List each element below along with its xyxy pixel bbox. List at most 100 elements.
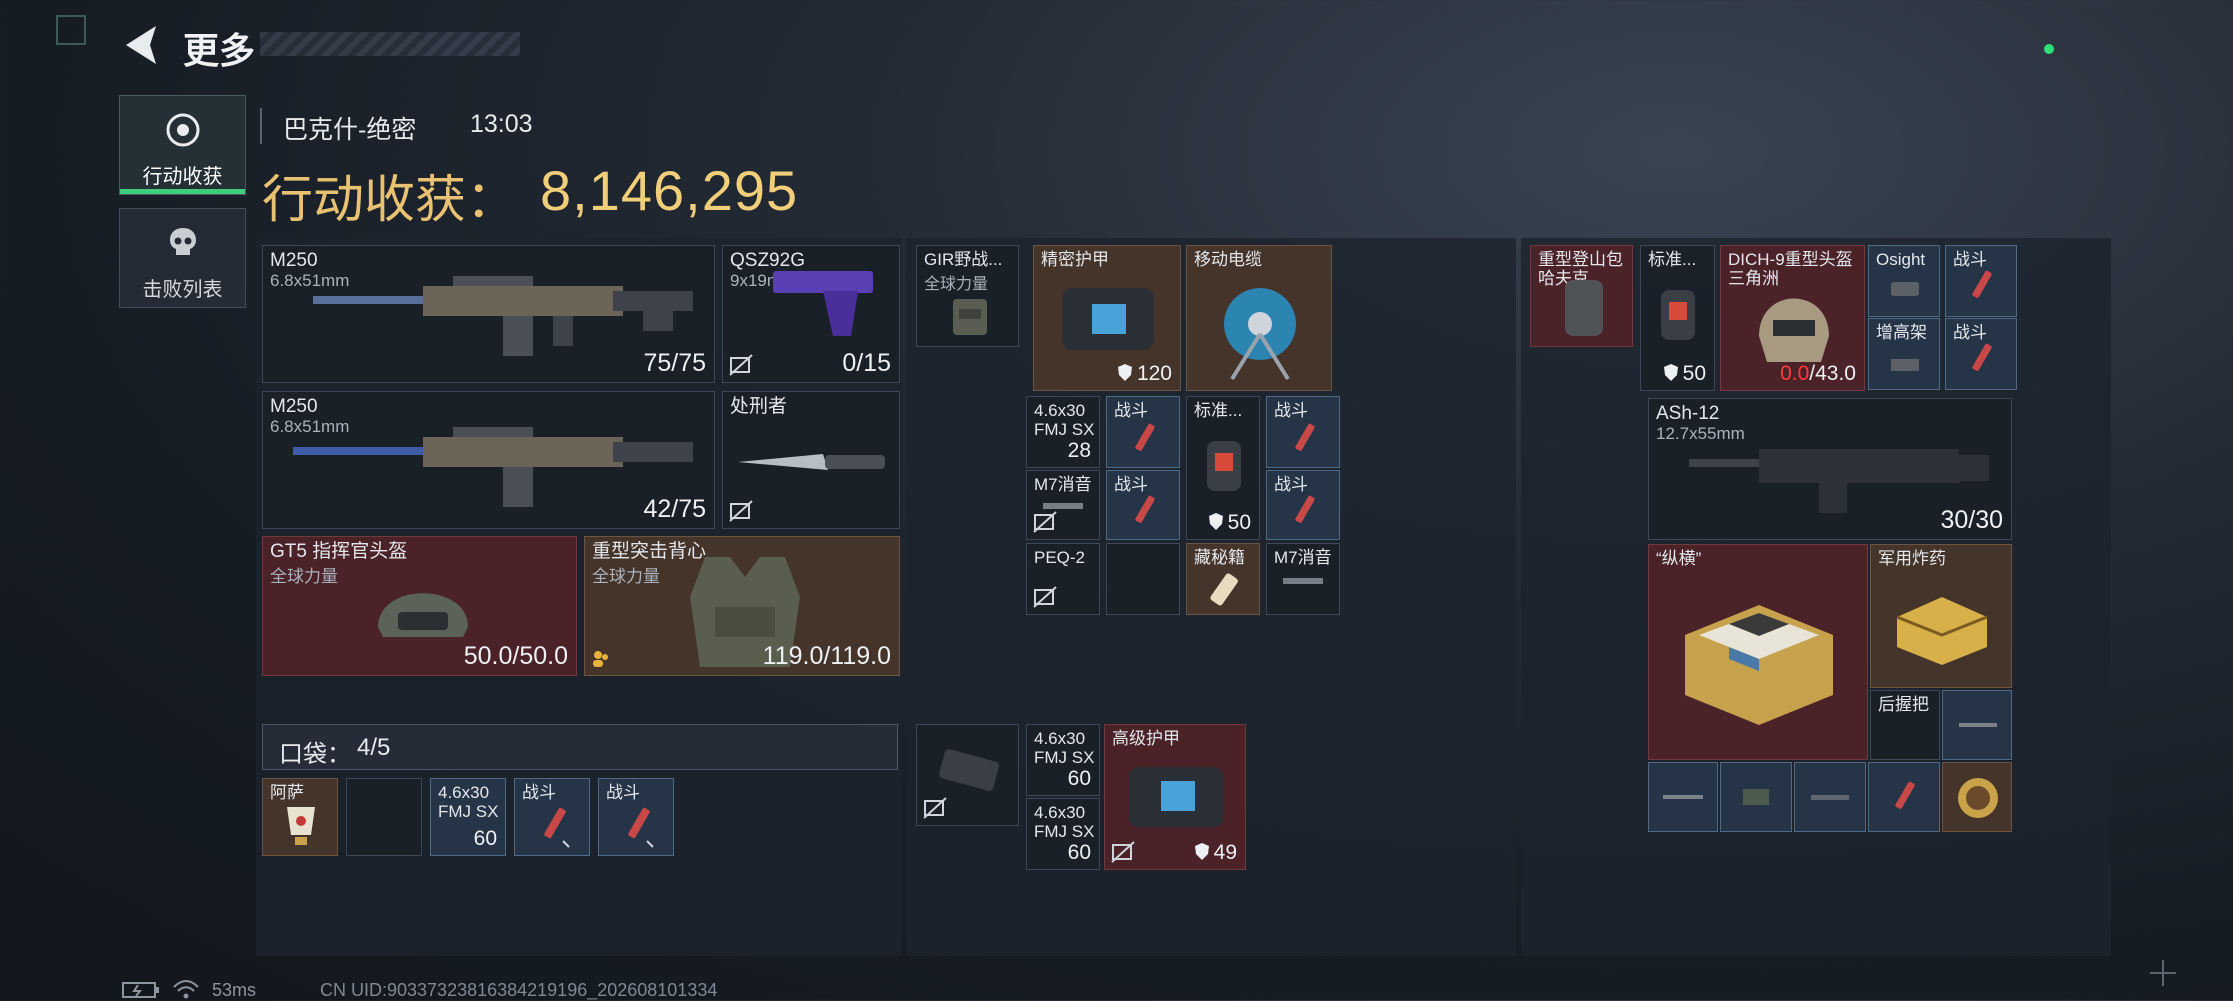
- ping-text: 53ms: [212, 980, 257, 1000]
- item-count: 60: [1067, 841, 1091, 864]
- target-icon: [166, 113, 200, 147]
- item-name: Osight: [1876, 250, 1926, 269]
- suppressor-icon: [1283, 578, 1323, 584]
- item-value: 49: [1194, 841, 1237, 865]
- medal-icon: [1958, 778, 1998, 818]
- attachment-slot[interactable]: [1648, 762, 1718, 832]
- stim-syringe-icon: [1135, 495, 1155, 523]
- rig-item[interactable]: M7消音: [1026, 470, 1100, 540]
- rig-item[interactable]: 标准... 50: [1186, 396, 1260, 540]
- stim-slot[interactable]: 战斗: [1945, 245, 2017, 317]
- rig-item[interactable]: PEQ-2: [1026, 543, 1100, 615]
- no-insure-icon: [1033, 586, 1057, 608]
- grip-slot[interactable]: 后握把: [1870, 690, 1940, 760]
- rig-item[interactable]: 战斗: [1106, 396, 1180, 468]
- attachment-slot[interactable]: Osight: [1868, 245, 1940, 317]
- bag-slot[interactable]: 重型登山包 哈夫克: [1530, 245, 1633, 347]
- stim-slot[interactable]: 战斗: [1945, 318, 2017, 390]
- helmet-slot[interactable]: GT5 指挥官头盔 全球力量 50.0/50.0: [262, 536, 577, 676]
- battery-icon: [122, 982, 159, 998]
- attachment-slot[interactable]: [1794, 762, 1866, 832]
- rig-item[interactable]: 战斗: [1266, 470, 1340, 540]
- coin-slot[interactable]: [1942, 762, 2012, 832]
- item-name: 增高架: [1876, 323, 1927, 342]
- item-name: 移动电缆: [1194, 250, 1262, 269]
- pocket-count: 4/5: [357, 734, 391, 761]
- armor-slot[interactable]: 重型突击背心 全球力量 119.0/119.0: [584, 536, 900, 676]
- tab-earnings[interactable]: 行动收获: [119, 95, 246, 195]
- backpack-item[interactable]: 4.6x30 FMJ SX 60: [1026, 798, 1100, 870]
- rig-item[interactable]: 4.6x30 FMJ SX 28: [1026, 396, 1100, 468]
- item-name: 4.6x30 FMJ SX: [1034, 803, 1095, 841]
- rig-item-empty[interactable]: [1106, 543, 1180, 615]
- rig-armor-slot[interactable]: 精密护甲 120: [1033, 245, 1181, 391]
- attachment-slot[interactable]: [1942, 690, 2012, 760]
- armor-faction: 全球力量: [592, 567, 660, 586]
- rig-item[interactable]: 战斗: [1106, 470, 1180, 540]
- pocket-label: 口袋：: [279, 741, 351, 768]
- map-name: 巴克什-绝密: [283, 116, 417, 144]
- weapon-slot-melee[interactable]: 处刑者: [722, 391, 900, 529]
- backpack-item[interactable]: 4.6x30 FMJ SX 60: [1026, 724, 1100, 796]
- item-name: 标准...: [1648, 250, 1697, 269]
- weapon-name: 处刑者: [730, 396, 788, 417]
- item-name: 标准...: [1194, 401, 1243, 420]
- pocket-item[interactable]: 阿萨: [262, 778, 338, 856]
- tab-kills-label: 击败列表: [142, 279, 223, 301]
- team-icon: [593, 651, 608, 667]
- item-name: 战斗: [522, 783, 556, 802]
- rifle-icon: [1689, 449, 1989, 513]
- plate-slot[interactable]: 标准... 50: [1640, 245, 1715, 391]
- riser-icon: [1891, 359, 1919, 371]
- item-name: M7消音: [1274, 548, 1332, 567]
- attachment-slot[interactable]: [1720, 762, 1792, 832]
- chess-slot[interactable]: “纵横”: [1648, 544, 1868, 760]
- stim-syringe-icon: [1295, 423, 1315, 451]
- pocket-item[interactable]: 战斗: [598, 778, 674, 856]
- explosive-slot[interactable]: 军用炸药: [1870, 544, 2012, 688]
- tab-kills[interactable]: 击败列表: [119, 208, 246, 308]
- weapon-slot-secondary[interactable]: M250 6.8x51mm 42/75: [262, 391, 715, 529]
- stim-syringe-icon: [1972, 270, 1992, 298]
- weapon-slot-primary[interactable]: M250 6.8x51mm 75/75: [262, 245, 715, 383]
- weapon-ammo: 42/75: [643, 495, 706, 523]
- item-name: 精密护甲: [1041, 250, 1109, 269]
- earnings-value: 8,146,295: [540, 159, 799, 222]
- rig-item[interactable]: 藏秘籍: [1186, 543, 1260, 615]
- helmet-icon: [378, 593, 468, 637]
- rail-icon: [1811, 795, 1849, 800]
- item-value: 120: [1117, 362, 1172, 386]
- explosive-crate-icon: [1896, 597, 1988, 665]
- earnings-label: 行动收获：: [262, 171, 518, 228]
- ash12-slot[interactable]: ASh-12 12.7x55mm 30/30: [1648, 398, 2012, 540]
- stim-slot[interactable]: [1868, 762, 1940, 832]
- helmet-icon: [1759, 298, 1829, 362]
- heavy-helmet-slot[interactable]: DICH-9重型头盔 三角洲 0.0/43.0: [1720, 245, 1865, 391]
- no-insure-icon: [729, 500, 753, 522]
- backpack-armor-slot[interactable]: 高级护甲 49: [1104, 724, 1246, 870]
- pocket-item[interactable]: 战斗: [514, 778, 590, 856]
- item-name: 阿萨: [270, 783, 304, 802]
- armor-value: 120: [1136, 362, 1172, 385]
- back-arrow-icon[interactable]: [120, 22, 160, 68]
- pocket-item-empty[interactable]: [346, 778, 422, 856]
- plate-value: 50: [1682, 362, 1706, 385]
- weapon-ammo: 75/75: [643, 349, 706, 377]
- weapon-slot-pistol[interactable]: QSZ92G 9x19mm 0/15: [722, 245, 900, 383]
- shield-icon: [1194, 843, 1209, 860]
- rig-slot[interactable]: GIR野战... 全球力量: [916, 245, 1019, 347]
- back-label[interactable]: 更多: [183, 22, 255, 74]
- item-name: PEQ-2: [1034, 548, 1086, 567]
- pocket-item[interactable]: 4.6x30 FMJ SX 60: [430, 778, 506, 856]
- rig-item[interactable]: M7消音: [1266, 543, 1340, 615]
- attachment-slot[interactable]: 增高架: [1868, 318, 1940, 390]
- item-count: 60: [473, 827, 497, 850]
- item-name: 后握把: [1878, 695, 1929, 714]
- plate-icon: [1207, 441, 1241, 491]
- armor-value: 49: [1213, 841, 1237, 864]
- backpack-slot[interactable]: [916, 724, 1019, 826]
- stim-syringe-icon: [628, 807, 654, 848]
- item-name: 高级护甲: [1112, 729, 1180, 748]
- cable-slot[interactable]: 移动电缆: [1186, 245, 1332, 391]
- rig-item[interactable]: 战斗: [1266, 396, 1340, 468]
